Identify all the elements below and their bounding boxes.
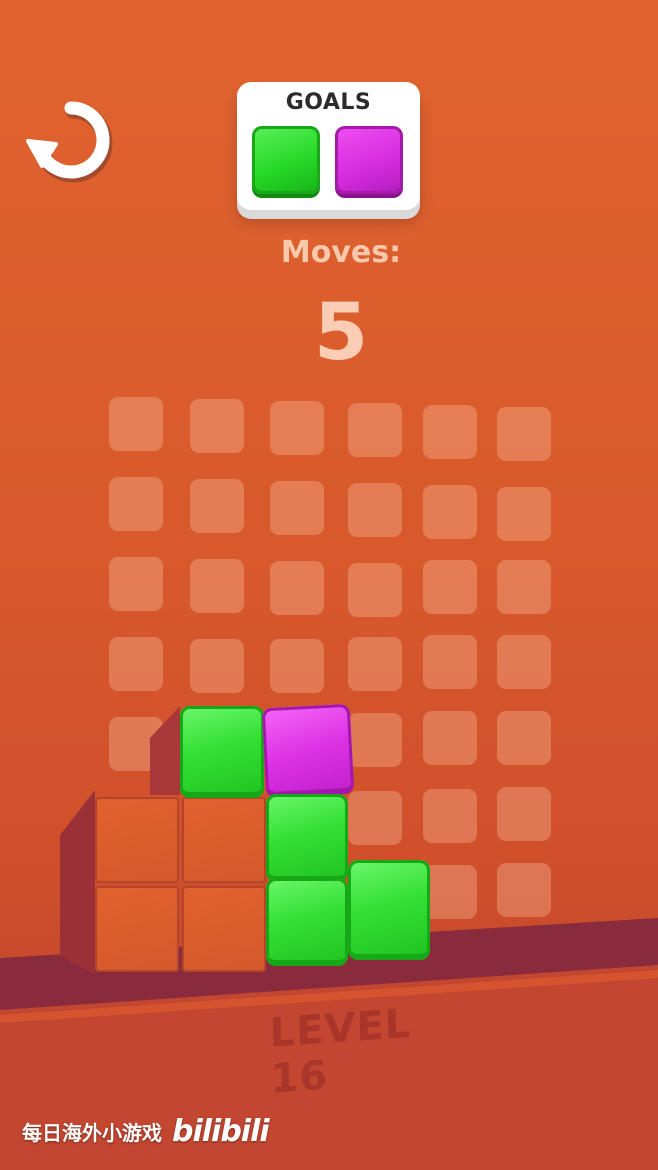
green-block[interactable] — [348, 860, 430, 960]
green-block[interactable] — [266, 794, 348, 882]
watermark-text: 每日海外小游戏 — [22, 1121, 162, 1145]
bilibili-logo: bilibili — [172, 1114, 270, 1149]
wall-block — [182, 797, 266, 883]
floor — [0, 706, 658, 1170]
level-label: LEVEL 16 — [269, 1000, 412, 1103]
green-block[interactable] — [180, 706, 264, 798]
green-block[interactable] — [266, 878, 348, 966]
magenta-block[interactable] — [261, 703, 355, 799]
wall-block — [95, 886, 179, 972]
watermark: 每日海外小游戏 bilibili — [22, 1114, 270, 1149]
wall-block — [182, 886, 266, 972]
wall-block — [95, 797, 179, 883]
